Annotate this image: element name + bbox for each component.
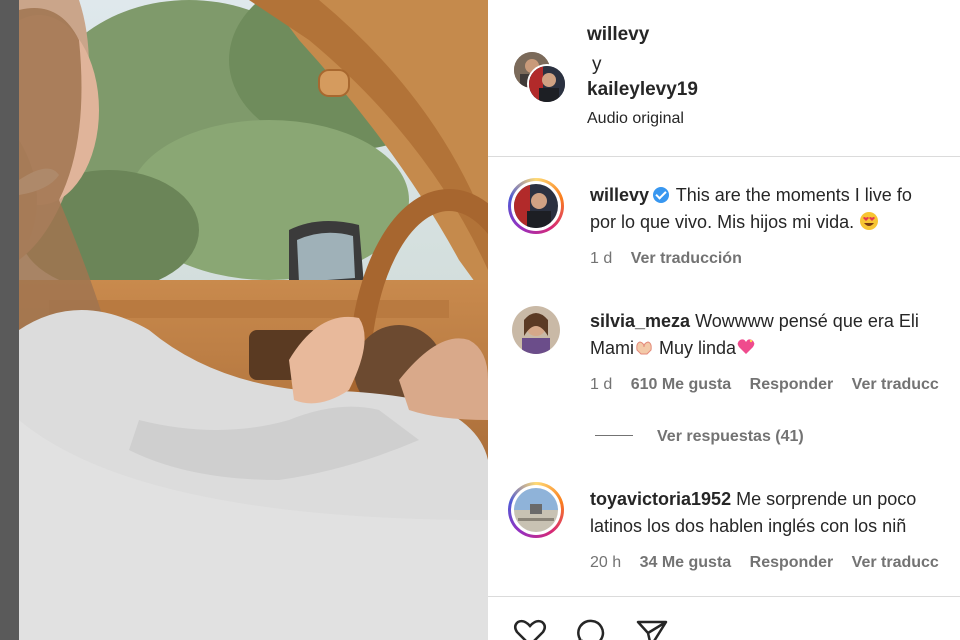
post-side-panel: willevy y kaileylevy19 Audio original wi… [488, 0, 960, 640]
collab-avatars[interactable] [512, 50, 568, 106]
view-replies-label: Ver respuestas (41) [657, 428, 804, 445]
avatar[interactable] [508, 482, 564, 538]
left-edge-strip [0, 0, 19, 640]
reel-video[interactable] [19, 0, 488, 640]
comment-time: 1 d [590, 376, 613, 393]
comment-time: 20 h [590, 554, 622, 571]
comment-username[interactable]: willevy [590, 185, 649, 205]
reply-button[interactable]: Responder [750, 554, 834, 571]
likes-count[interactable]: 610 Me gusta [631, 376, 731, 393]
avatar[interactable] [512, 306, 560, 354]
comment-text-line2: latinos los dos hablen inglés con los ni… [590, 516, 907, 536]
post-header: willevy y kaileylevy19 Audio original [488, 0, 960, 157]
heart-eyes-emoji-icon [860, 212, 879, 230]
translate-link[interactable]: Ver traducc [852, 554, 939, 571]
share-icon[interactable] [634, 619, 670, 640]
comment-text-line1: Wowwww pensé que era Eli [695, 311, 919, 331]
comment-text-line2b: Muy linda [659, 338, 737, 358]
likes-count[interactable]: 34 Me gusta [640, 554, 732, 571]
video-frame [19, 0, 488, 640]
reply-button[interactable]: Responder [750, 376, 834, 393]
comment-text-line1: Me sorprende un poco [736, 489, 917, 509]
heart-icon[interactable] [512, 619, 548, 640]
avatar[interactable] [508, 178, 564, 234]
comment-item: toyavictoria1952 Me sorprende un poco la… [488, 480, 960, 580]
avatar [527, 64, 567, 104]
collab-username-2[interactable]: kaileylevy19 [587, 79, 698, 101]
translate-link[interactable]: Ver traducc [852, 376, 939, 393]
comment-item: silvia_meza Wowwww pensé que era Eli Mam… [488, 304, 960, 404]
comment-icon[interactable] [574, 619, 610, 640]
comment-username[interactable]: silvia_meza [590, 311, 690, 331]
comment-username[interactable]: toyavictoria1952 [590, 489, 731, 509]
collab-conjunction: y [592, 54, 602, 75]
post-actions-bar [488, 596, 960, 640]
sparkling-heart-emoji-icon [737, 339, 755, 354]
audio-link[interactable]: Audio original [587, 110, 684, 128]
comment-text-line1: This are the moments I live fo [675, 185, 912, 205]
replies-divider [595, 435, 633, 436]
heart-hands-emoji-icon [636, 341, 652, 355]
comment-text-line2: Mami [590, 338, 634, 358]
collab-username-1[interactable]: willevy [587, 24, 649, 46]
view-replies-button[interactable]: Ver respuestas (41) [595, 428, 804, 446]
verified-badge-icon [653, 187, 670, 203]
translate-link[interactable]: Ver traducción [631, 250, 742, 267]
comment-time: 1 d [590, 250, 613, 267]
caption-comment: willevy This are the moments I live fo p… [488, 176, 960, 276]
comment-text-line2: por lo que vivo. Mis hijos mi vida. [590, 212, 855, 232]
